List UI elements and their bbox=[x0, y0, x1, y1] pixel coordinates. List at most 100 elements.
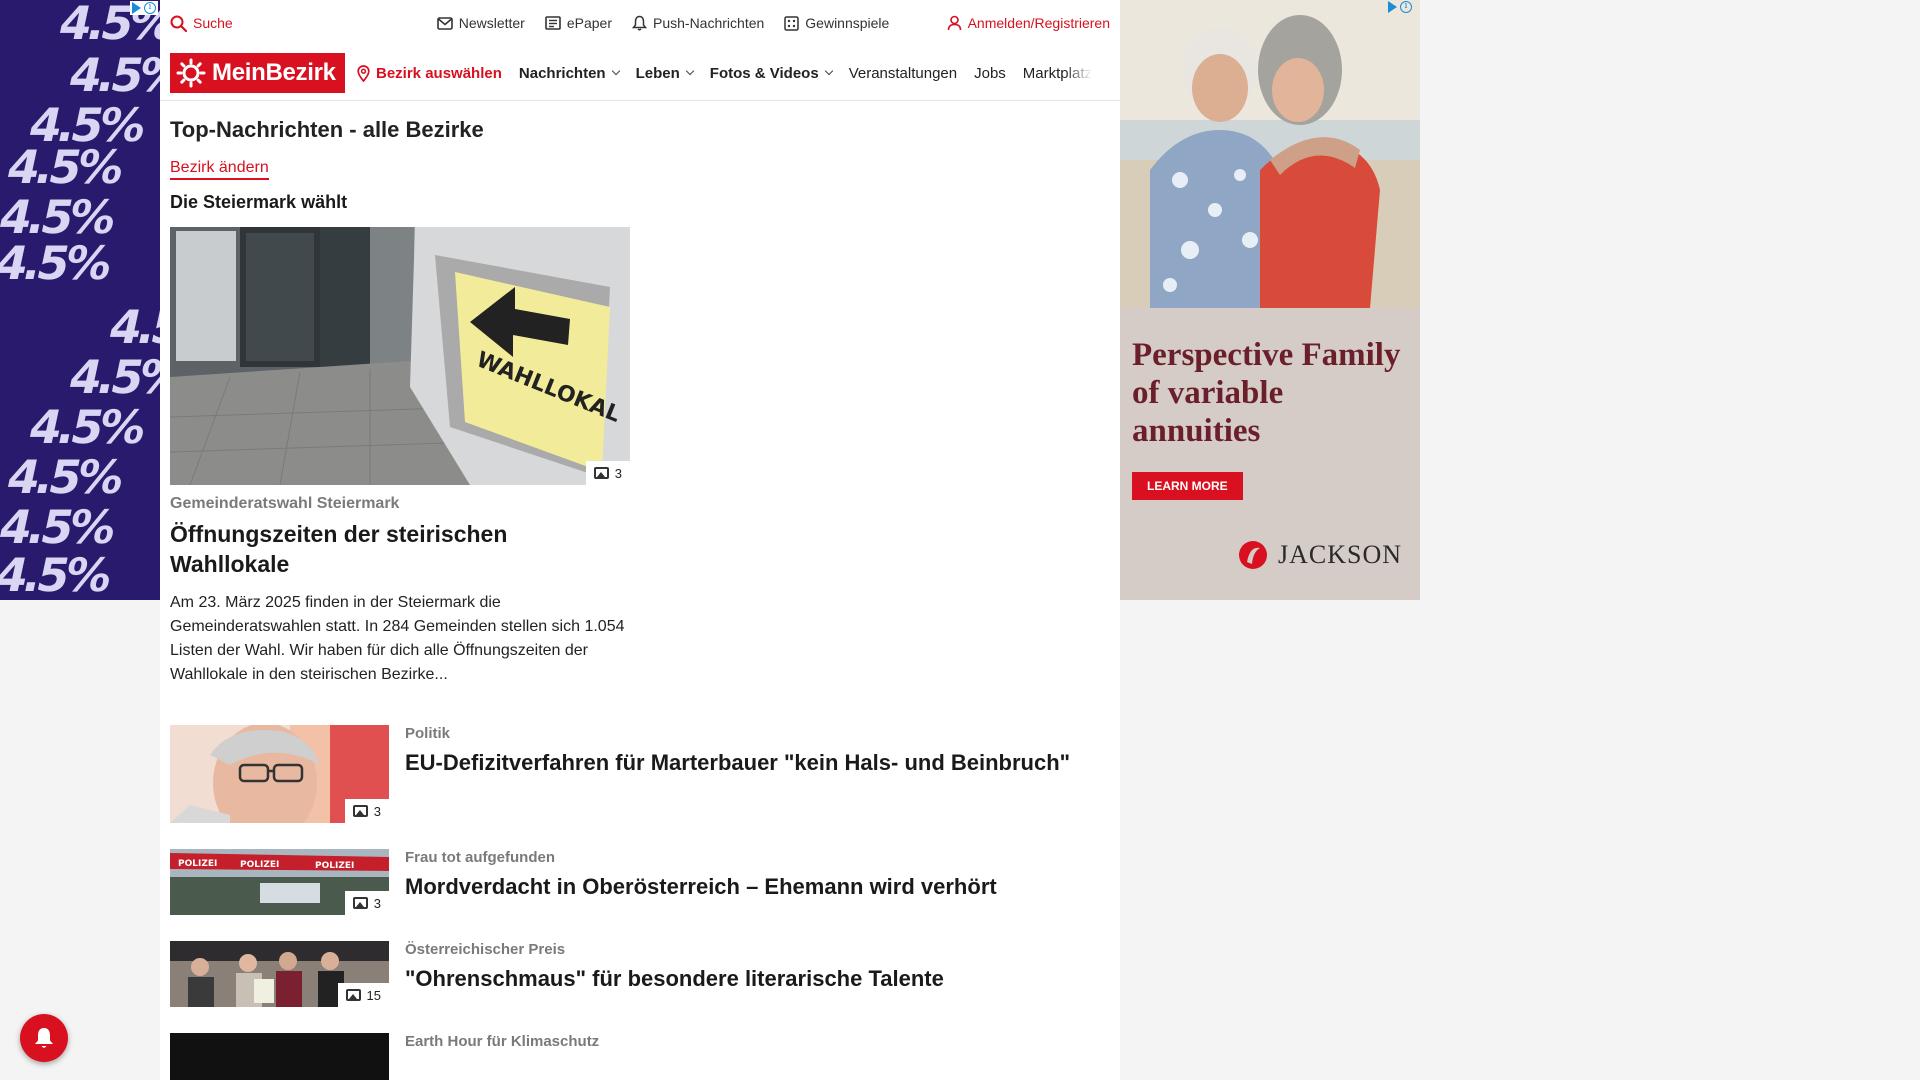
left-ad-banner[interactable]: 4.5% 4.5% 4.5% 4.5% 4.5% 4.5% 4.5% 4.5% … bbox=[0, 0, 160, 600]
list-item[interactable]: 15 Österreichischer Preis "Ohrenschmaus"… bbox=[170, 941, 1110, 1007]
logo-sun-icon bbox=[176, 58, 206, 88]
top-utility-bar: Suche Newsletter ePaper Push-Nachrichten… bbox=[160, 0, 1120, 46]
article-thumbnail[interactable] bbox=[170, 1033, 389, 1080]
ad-brand: JACKSON bbox=[1238, 540, 1402, 570]
main-navigation: MeinBezirk Bezirk auswählen Nachrichten … bbox=[160, 46, 1120, 101]
image-count-badge: 3 bbox=[344, 891, 389, 915]
tape-text: POLIZEI bbox=[240, 860, 279, 870]
list-item[interactable]: POLIZEI POLIZEI POLIZEI 3 Frau tot aufge… bbox=[170, 849, 1110, 915]
image-count: 3 bbox=[373, 895, 381, 911]
notification-bell-button[interactable] bbox=[20, 1014, 68, 1062]
location-pin-icon bbox=[357, 64, 370, 82]
newsletter-label: Newsletter bbox=[458, 15, 525, 31]
logo-text: MeinBezirk bbox=[212, 59, 336, 86]
gallery-icon bbox=[352, 897, 368, 909]
contests-label: Gewinnspiele bbox=[805, 15, 890, 31]
user-icon bbox=[947, 15, 961, 31]
tape-text: POLIZEI bbox=[178, 859, 217, 869]
article-title[interactable]: "Ohrenschmaus" für besondere literarisch… bbox=[405, 964, 944, 994]
nav-item-label: Nachrichten bbox=[518, 64, 606, 82]
article-kicker: Earth Hour für Klimaschutz bbox=[405, 1033, 600, 1050]
article-thumbnail[interactable]: 15 bbox=[170, 941, 389, 1007]
article-kicker: Politik bbox=[405, 725, 451, 742]
ad-choices-icon[interactable]: i bbox=[1388, 1, 1412, 13]
nav-item-label: Leben bbox=[635, 64, 680, 82]
article-title[interactable]: Mordverdacht in Oberösterreich – Ehemann… bbox=[405, 872, 997, 902]
page-title: Top-Nachrichten - alle Bezirke bbox=[170, 117, 484, 142]
ad-percent-text: 4.5% bbox=[64, 48, 160, 102]
article-kicker: Österreichischer Preis bbox=[405, 941, 566, 958]
learn-more-button[interactable]: LEARN MORE bbox=[1132, 472, 1243, 500]
article-kicker: Gemeinderatswahl Steiermark bbox=[170, 495, 400, 512]
main-column: Suche Newsletter ePaper Push-Nachrichten… bbox=[160, 0, 1120, 1080]
nav-item-label: Veranstaltungen bbox=[848, 64, 958, 82]
ad-percent-text: 4.5% bbox=[104, 300, 160, 354]
image-count: 3 bbox=[614, 465, 622, 481]
login-label: Anmelden/Registrieren bbox=[967, 15, 1110, 31]
image-count-badge: 3 bbox=[585, 461, 630, 485]
epaper-label: ePaper bbox=[566, 15, 612, 31]
nav-item-label: Jobs bbox=[974, 64, 1006, 82]
chevron-down-icon bbox=[685, 66, 695, 76]
hero-article-image[interactable]: WAHLLOKAL 3 bbox=[170, 227, 630, 485]
gallery-icon bbox=[352, 805, 368, 817]
ad-brand-name: JACKSON bbox=[1277, 540, 1402, 569]
list-item[interactable]: 3 Politik EU-Defizitverfahren für Marter… bbox=[170, 725, 1110, 823]
contests-link[interactable]: Gewinnspiele bbox=[784, 15, 889, 31]
section-title: Die Steiermark wählt bbox=[170, 192, 348, 212]
newspaper-icon bbox=[545, 16, 561, 30]
ad-percent-text: 4.5% bbox=[64, 350, 160, 404]
article-thumbnail[interactable]: 3 bbox=[170, 725, 389, 823]
tape-text: POLIZEI bbox=[315, 861, 354, 871]
ad-percent-text: 4.5% bbox=[24, 400, 148, 454]
nav-item-veranstaltungen[interactable]: Veranstaltungen bbox=[849, 65, 957, 82]
bell-icon bbox=[632, 15, 647, 31]
nav-item-label: Marktplatz bbox=[1022, 64, 1092, 82]
right-ad-banner[interactable]: Perspective Family of variable annuities… bbox=[1120, 0, 1420, 600]
jackson-logo-icon bbox=[1238, 541, 1267, 569]
select-district-button[interactable]: Bezirk auswählen bbox=[357, 65, 502, 82]
ad-percent-text: 4.5% bbox=[2, 450, 126, 504]
nav-item-leben[interactable]: Leben bbox=[635, 64, 695, 82]
nav-item-jobs[interactable]: Jobs bbox=[974, 65, 1006, 82]
nav-item-label: Fotos & Videos bbox=[709, 64, 819, 82]
gallery-icon bbox=[593, 467, 609, 479]
image-count-badge: 15 bbox=[337, 983, 389, 1007]
article-thumbnail[interactable]: POLIZEI POLIZEI POLIZEI 3 bbox=[170, 849, 389, 915]
image-count-badge: 3 bbox=[344, 799, 389, 823]
push-notifications-link[interactable]: Push-Nachrichten bbox=[632, 15, 764, 31]
polling-station-photo: WAHLLOKAL bbox=[170, 227, 630, 485]
mail-icon bbox=[436, 16, 453, 30]
article-title[interactable]: Öffnungszeiten der steirischen Wahllokal… bbox=[170, 519, 630, 579]
login-register-link[interactable]: Anmelden/Registrieren bbox=[947, 15, 1110, 31]
ad-choices-icon[interactable]: i bbox=[130, 1, 158, 15]
change-district-link[interactable]: Bezirk ändern bbox=[170, 159, 269, 180]
article-title[interactable]: EU-Defizitverfahren für Marterbauer "kei… bbox=[405, 748, 1070, 778]
epaper-link[interactable]: ePaper bbox=[545, 15, 612, 31]
article-list: 3 Politik EU-Defizitverfahren für Marter… bbox=[170, 725, 1110, 1080]
ad-photo bbox=[1120, 0, 1420, 308]
nav-item-fotos-videos[interactable]: Fotos & Videos bbox=[709, 64, 833, 82]
select-district-label: Bezirk auswählen bbox=[376, 64, 502, 82]
article-kicker: Frau tot aufgefunden bbox=[405, 849, 555, 866]
couple-photo bbox=[1120, 0, 1420, 308]
gift-icon bbox=[784, 15, 800, 31]
chevron-down-icon bbox=[611, 66, 620, 76]
nav-item-nachrichten[interactable]: Nachrichten bbox=[518, 64, 620, 82]
image-count: 3 bbox=[373, 803, 381, 819]
ad-percent-text: 4.5% bbox=[0, 236, 114, 290]
search-icon bbox=[170, 15, 187, 32]
chevron-down-icon bbox=[824, 66, 833, 76]
search-button[interactable]: Suche bbox=[170, 15, 233, 32]
push-notifications-label: Push-Nachrichten bbox=[653, 15, 765, 31]
newsletter-link[interactable]: Newsletter bbox=[436, 15, 525, 31]
ad-percent-text: 4.5% bbox=[0, 500, 118, 554]
ad-percent-text: 4.5% bbox=[0, 548, 114, 600]
list-item[interactable]: Earth Hour für Klimaschutz bbox=[170, 1033, 1110, 1080]
search-label: Suche bbox=[193, 15, 233, 31]
ad-percent-text: 4.5% bbox=[2, 140, 126, 194]
nav-item-marktplatz[interactable]: Marktplatz bbox=[1023, 65, 1092, 82]
bell-icon bbox=[35, 1028, 53, 1048]
site-logo[interactable]: MeinBezirk bbox=[170, 53, 345, 93]
hero-article[interactable]: WAHLLOKAL 3 Gemeinderatswahl Steiermark … bbox=[170, 227, 630, 687]
